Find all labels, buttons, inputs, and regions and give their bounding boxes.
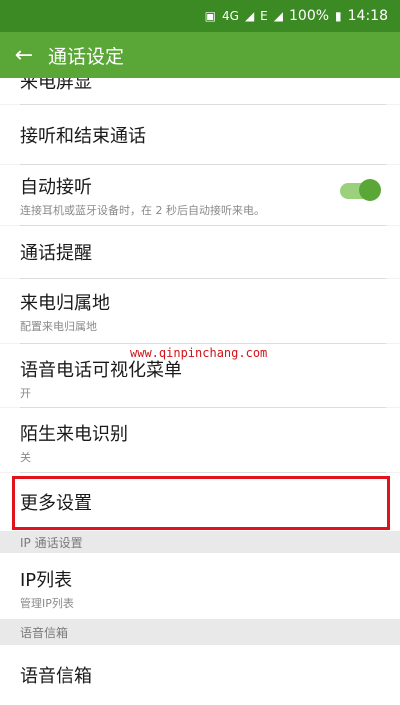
list-item-title: IP列表: [20, 570, 73, 591]
signal-bars-icon-2: ◢: [273, 9, 283, 23]
list-item-title: 通话提醒: [20, 243, 92, 264]
list-item-answer-end-call[interactable]: 接听和结束通话: [0, 105, 400, 164]
section-header-voicemail: 语音信箱: [0, 619, 400, 645]
signal-e-label: E: [260, 9, 268, 23]
list-item-stranger-id[interactable]: 陌生来电识别 关: [0, 408, 400, 472]
highlight-box: [12, 476, 390, 530]
list-item-caller-location[interactable]: 来电归属地 配置来电归属地: [0, 279, 400, 343]
list-item-title: 接听和结束通话: [20, 125, 146, 147]
battery-percent: 100%: [289, 8, 330, 24]
list-item-title: 语音信箱: [20, 666, 92, 687]
auto-answer-toggle[interactable]: [340, 179, 381, 201]
notification-icon: ▣: [204, 9, 216, 23]
battery-icon: ▮: [335, 9, 342, 23]
list-item-subtitle: 开: [20, 387, 31, 400]
list-item-title: 来电屏显: [20, 78, 92, 93]
page-title: 通话设定: [48, 45, 125, 68]
list-item-subtitle: 管理IP列表: [20, 597, 74, 610]
back-arrow-icon[interactable]: ←: [0, 32, 48, 78]
list-item-subtitle: 关: [20, 451, 31, 464]
watermark: www.qinpinchang.com: [130, 346, 268, 360]
list-item-partial[interactable]: 来电屏显: [0, 78, 400, 104]
list-item-ip-list[interactable]: IP列表 管理IP列表: [0, 553, 400, 619]
settings-list[interactable]: 来电屏显 接听和结束通话 自动接听 连接耳机或蓝牙设备时，在 2 秒后自动接听来…: [0, 78, 400, 705]
toggle-knob: [359, 179, 381, 201]
list-item-voicemail[interactable]: 语音信箱: [0, 645, 400, 705]
section-header-ip: IP 通话设置: [0, 531, 400, 553]
status-bar: ▣ 4G ◢ E ◢ 100% ▮ 14:18: [0, 0, 400, 32]
list-item-title: 自动接听: [20, 177, 92, 198]
clock: 14:18: [347, 8, 388, 24]
signal-4g-label: 4G: [222, 9, 239, 23]
signal-bars-icon: ◢: [244, 9, 255, 23]
list-item-auto-answer[interactable]: 自动接听 连接耳机或蓝牙设备时，在 2 秒后自动接听来电。: [0, 165, 400, 225]
list-item-subtitle: 连接耳机或蓝牙设备时，在 2 秒后自动接听来电。: [20, 204, 265, 217]
list-item-call-alert[interactable]: 通话提醒: [0, 226, 400, 278]
list-item-title: 来电归属地: [20, 293, 110, 314]
list-item-subtitle: 配置来电归属地: [20, 320, 97, 333]
list-item-title: 陌生来电识别: [20, 424, 128, 445]
app-bar: ← 通话设定: [0, 32, 400, 78]
